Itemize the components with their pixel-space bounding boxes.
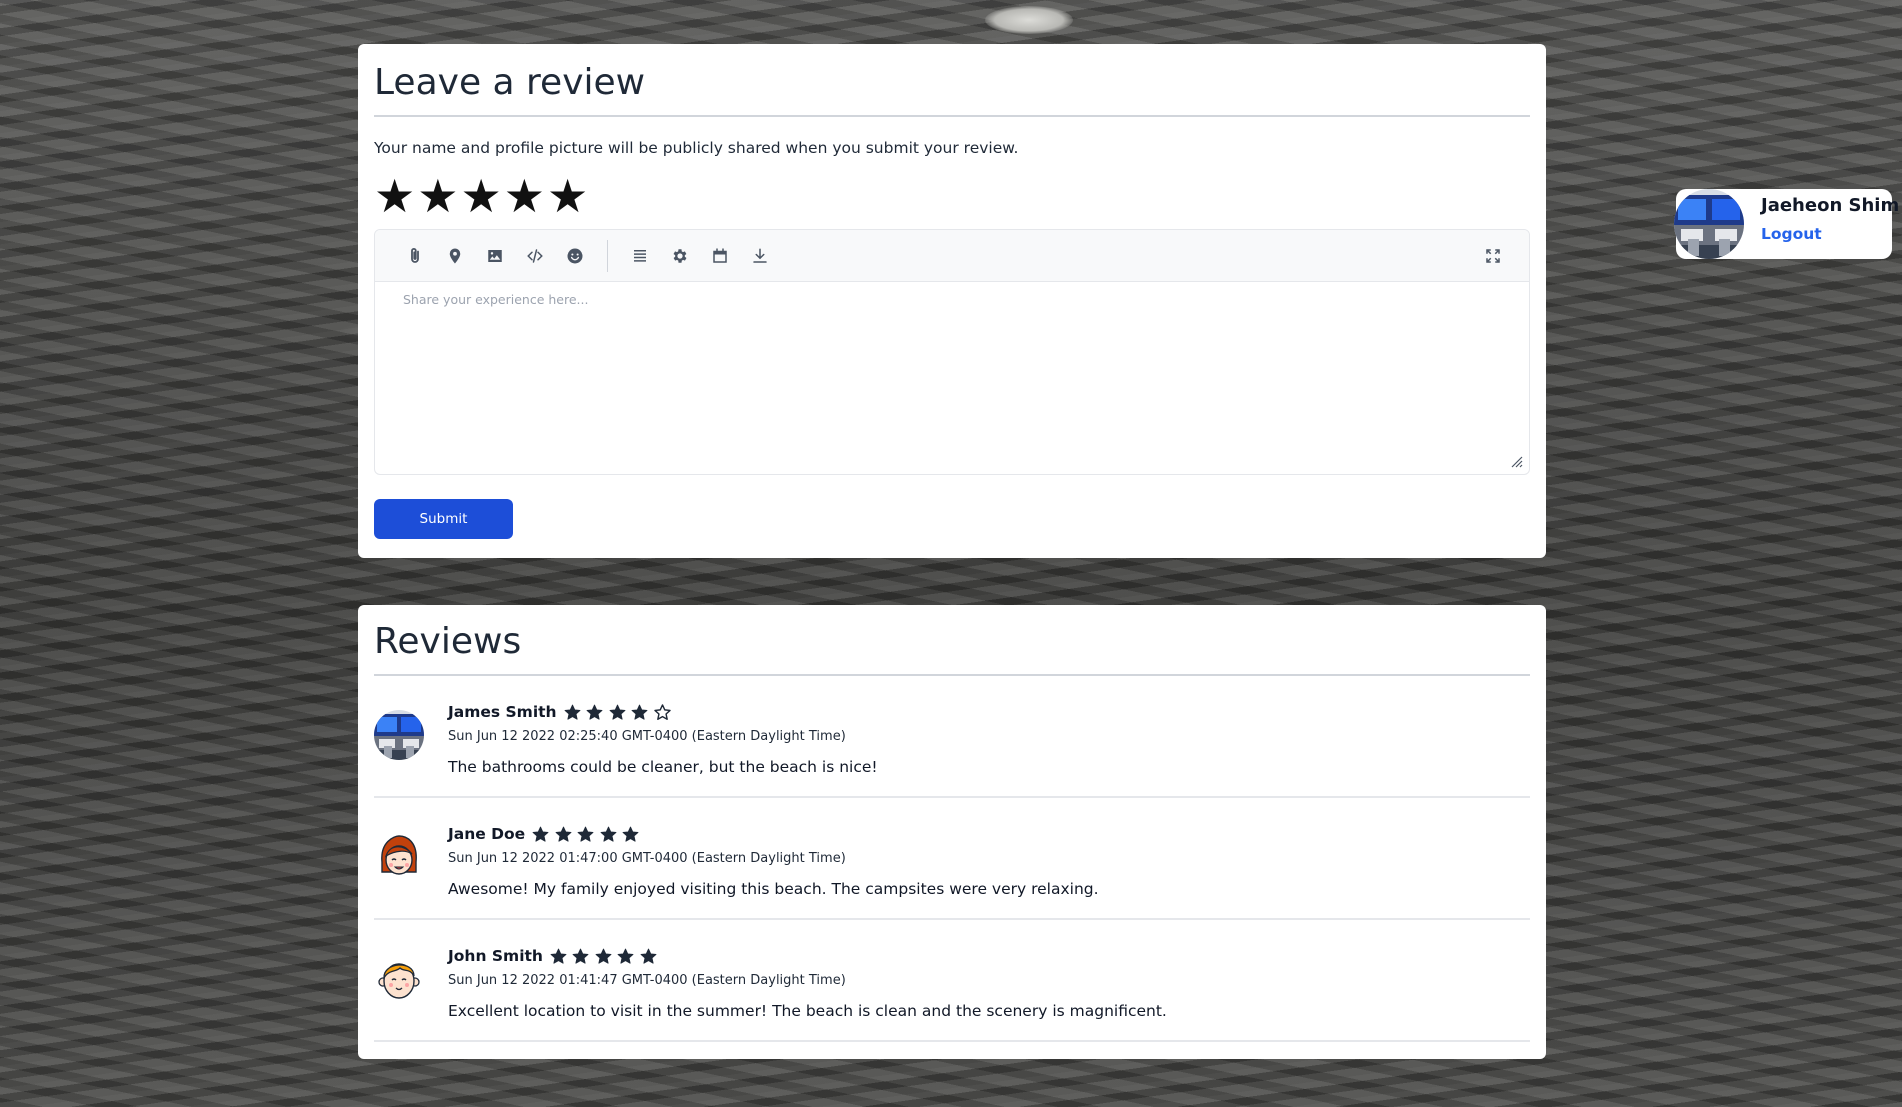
rating-selector[interactable]: ★ ★ ★ ★ ★ [374, 173, 1530, 219]
star-filled-icon [595, 948, 612, 964]
toolbar-divider [607, 239, 608, 272]
review-body: Jane Doe Sun Jun 12 2022 01:47:00 GMT-04… [448, 824, 1099, 918]
star-filled-icon [532, 826, 549, 842]
star-filled-icon [622, 826, 639, 842]
calendar-icon[interactable] [700, 238, 740, 274]
review-text: The bathrooms could be cleaner, but the … [448, 758, 878, 776]
star-filled-icon [586, 704, 603, 720]
leave-review-title: Leave a review [374, 44, 1530, 117]
red-haired-woman-avatar [374, 832, 424, 882]
star-outline-icon [653, 703, 671, 720]
rating-star-1[interactable]: ★ [374, 173, 415, 219]
reviewer-name: Jane Doe [448, 825, 526, 843]
review-date: Sun Jun 12 2022 02:25:40 GMT-0400 (Easte… [448, 729, 846, 744]
star-filled-icon [577, 826, 594, 842]
review-textarea[interactable] [375, 282, 1529, 474]
star-filled-icon [555, 826, 572, 842]
review-text: Awesome! My family enjoyed visiting this… [448, 880, 1099, 898]
review-body: James Smith Sun Jun 12 2022 02:25:40 GMT… [448, 702, 878, 796]
code-icon[interactable] [515, 238, 555, 274]
paperclip-icon[interactable] [395, 238, 435, 274]
map-pin-icon[interactable] [435, 238, 475, 274]
reviewer-name: James Smith [448, 703, 557, 721]
reviewer-name: John Smith [448, 947, 543, 965]
list-icon[interactable] [620, 238, 660, 274]
star-filled-icon [609, 704, 626, 720]
reviews-card: Reviews James Smith Sun Jun 12 2022 02:2… [358, 605, 1546, 1059]
rating-star-2[interactable]: ★ [417, 173, 458, 219]
star-filled-icon [631, 704, 648, 720]
review-rating [549, 947, 662, 966]
download-icon[interactable] [740, 238, 780, 274]
review-body: John Smith Sun Jun 12 2022 01:41:47 GMT-… [448, 946, 1167, 1040]
review-text: Excellent location to visit in the summe… [448, 1002, 1167, 1020]
rating-star-3[interactable]: ★ [461, 173, 502, 219]
gear-icon[interactable] [660, 238, 700, 274]
star-filled-icon [640, 948, 657, 964]
fullscreen-icon[interactable] [1473, 238, 1513, 274]
review-item: Jane Doe Sun Jun 12 2022 01:47:00 GMT-04… [374, 798, 1530, 920]
review-header: Jane Doe [448, 824, 1099, 844]
review-editor [374, 229, 1530, 475]
leave-review-card: Leave a review Your name and profile pic… [358, 44, 1546, 558]
review-rating [531, 825, 644, 844]
smile-icon[interactable] [555, 238, 595, 274]
review-date: Sun Jun 12 2022 01:41:47 GMT-0400 (Easte… [448, 973, 846, 988]
star-filled-icon [618, 948, 634, 964]
privacy-notice: Your name and profile picture will be pu… [374, 139, 1019, 157]
review-header: John Smith [448, 946, 1167, 966]
user-profile-box: Jaeheon Shim Logout [1674, 189, 1899, 259]
resize-handle-icon[interactable] [1509, 454, 1523, 468]
star-filled-icon [600, 826, 617, 842]
rating-star-5[interactable]: ★ [547, 173, 588, 219]
reviews-title: Reviews [374, 605, 1530, 676]
review-date: Sun Jun 12 2022 01:47:00 GMT-0400 (Easte… [448, 851, 846, 866]
review-rating [563, 703, 676, 722]
background-sand-highlight [985, 6, 1073, 34]
star-filled-icon [573, 948, 589, 964]
star-filled-icon [550, 948, 567, 964]
computer-workstation-avatar [374, 710, 424, 760]
submit-button[interactable]: Submit [374, 499, 513, 539]
user-avatar [1674, 189, 1744, 259]
review-header: James Smith [448, 702, 878, 722]
review-item: John Smith Sun Jun 12 2022 01:41:47 GMT-… [374, 920, 1530, 1042]
star-filled-icon [564, 704, 581, 720]
image-icon[interactable] [475, 238, 515, 274]
rating-star-4[interactable]: ★ [504, 173, 545, 219]
blond-man-avatar [374, 954, 424, 1004]
review-item: James Smith Sun Jun 12 2022 02:25:40 GMT… [374, 676, 1530, 798]
user-name: Jaeheon Shim [1761, 195, 1900, 216]
editor-toolbar [375, 230, 1529, 282]
logout-link[interactable]: Logout [1761, 225, 1822, 243]
